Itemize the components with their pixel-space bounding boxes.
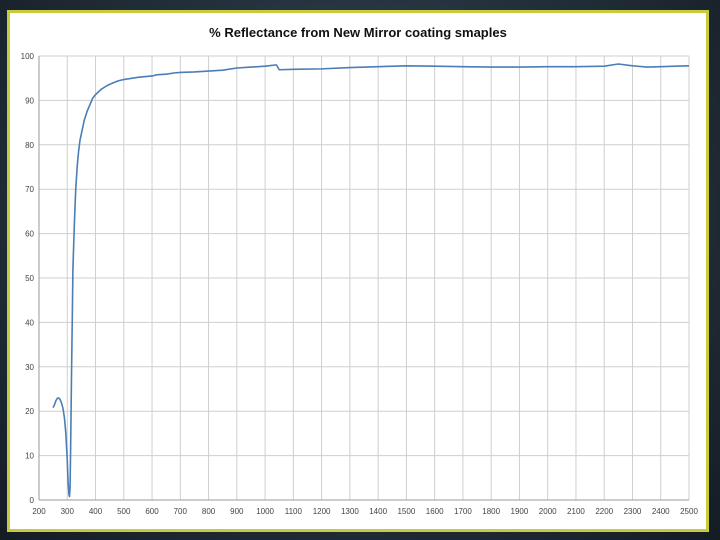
- x-tick-label: 1300: [341, 507, 359, 516]
- x-tick-label: 1600: [426, 507, 444, 516]
- x-tick-label: 800: [202, 507, 216, 516]
- x-tick-label: 200: [32, 507, 46, 516]
- y-tick-label: 60: [25, 230, 34, 239]
- y-tick-label: 70: [25, 185, 34, 194]
- x-tick-label: 300: [61, 507, 75, 516]
- y-tick-label: 90: [25, 96, 34, 105]
- x-tick-labels: 200 300 400 500 600 700 800 900 1000 1100 1200 1300…: [32, 507, 698, 516]
- y-tick-labels: 0 10 20 30 40 50 60 70 80 90 100: [21, 52, 35, 505]
- x-tick-label: 1400: [369, 507, 387, 516]
- x-tick-label: 1700: [454, 507, 472, 516]
- reflectance-series-line: [52, 63, 690, 498]
- x-tick-label: 400: [89, 507, 103, 516]
- x-tick-label: 2000: [539, 507, 557, 516]
- x-tick-label: 900: [230, 507, 244, 516]
- y-tick-label: 100: [21, 52, 35, 61]
- y-tick-label: 20: [25, 407, 34, 416]
- y-tick-label: 0: [30, 496, 35, 505]
- x-tick-label: 700: [174, 507, 188, 516]
- x-tick-label: 1100: [285, 507, 303, 516]
- y-tick-label: 50: [25, 274, 34, 283]
- grid-lines: [38, 55, 690, 501]
- y-tick-label: 10: [25, 452, 34, 461]
- x-tick-label: 2100: [567, 507, 585, 516]
- x-tick-label: 600: [145, 507, 159, 516]
- x-tick-label: 1800: [482, 507, 500, 516]
- x-tick-label: 1500: [397, 507, 415, 516]
- x-tick-label: 500: [117, 507, 131, 516]
- x-tick-label: 2500: [680, 507, 698, 516]
- x-tick-label: 1900: [511, 507, 529, 516]
- x-tick-label: 2300: [624, 507, 642, 516]
- y-tick-label: 30: [25, 363, 34, 372]
- y-tick-label: 80: [25, 141, 34, 150]
- y-tick-label: 40: [25, 318, 34, 327]
- chart-frame: % Reflectance from New Mirror coating sm…: [7, 10, 709, 532]
- x-tick-label: 1000: [256, 507, 274, 516]
- x-tick-label: 2400: [652, 507, 670, 516]
- x-tick-label: 1200: [313, 507, 331, 516]
- reflectance-chart: 0 10 20 30 40 50 60 70 80 90 100 200 300 400 500 600 70…: [21, 52, 699, 516]
- x-tick-label: 2200: [595, 507, 613, 516]
